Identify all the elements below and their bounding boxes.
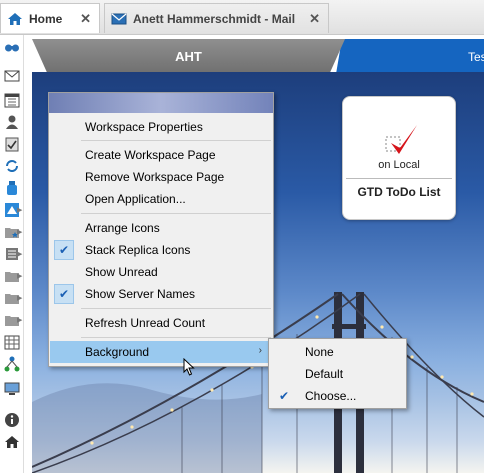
- submenu-item-label: Default: [305, 367, 344, 381]
- expand-arrow-icon[interactable]: ▶: [17, 272, 23, 280]
- workspace-context-menu: Workspace Properties Create Workspace Pa…: [48, 92, 274, 367]
- database-icon-card[interactable]: on Local GTD ToDo List: [342, 96, 456, 220]
- check-icon: ✔: [54, 284, 74, 304]
- expand-arrow-icon[interactable]: ▶: [17, 228, 23, 236]
- menu-separator: [81, 213, 271, 214]
- expand-arrow-icon[interactable]: ▶: [17, 206, 23, 214]
- window-tab-bar: Home ✕ Anett Hammerschmidt - Mail ✕: [0, 0, 484, 35]
- todo-icon[interactable]: [4, 136, 20, 152]
- menu-item-label: Create Workspace Page: [85, 148, 216, 162]
- menu-item-label: Stack Replica Icons: [85, 243, 191, 257]
- mail-icon[interactable]: [4, 68, 20, 84]
- mouse-cursor-icon: [183, 358, 195, 376]
- screen-icon[interactable]: [4, 380, 20, 396]
- tab-mail[interactable]: Anett Hammerschmidt - Mail ✕: [104, 3, 329, 33]
- submenu-item-label: None: [305, 345, 334, 359]
- calendar-icon[interactable]: [4, 92, 20, 108]
- card-divider: [346, 178, 452, 179]
- workspace-tab-2[interactable]: Tes: [336, 39, 484, 74]
- tab-home[interactable]: Home ✕: [0, 3, 100, 33]
- close-icon[interactable]: ✕: [309, 11, 320, 27]
- menu-item-show-server-names[interactable]: ✔ Show Server Names: [50, 283, 272, 305]
- menu-separator: [81, 140, 271, 141]
- menu-item-label: Workspace Properties: [85, 120, 203, 134]
- submenu-item-default[interactable]: Default: [270, 363, 405, 385]
- menu-header-strip: [49, 93, 273, 113]
- menu-item-label: Background: [85, 345, 150, 359]
- submenu-item-choose[interactable]: ✔ Choose...: [270, 385, 405, 407]
- menu-item-label: Refresh Unread Count: [85, 316, 206, 330]
- menu-item-remove-workspace-page[interactable]: Remove Workspace Page: [50, 166, 272, 188]
- background-submenu: None Default ✔ Choose...: [268, 338, 407, 409]
- chevron-right-icon: ›: [258, 345, 262, 356]
- checkmark-icon: [385, 125, 417, 154]
- menu-item-label: Show Unread: [85, 265, 158, 279]
- person-icon[interactable]: [4, 114, 20, 130]
- calendar-grid-icon[interactable]: [4, 334, 20, 350]
- tab-mail-label: Anett Hammerschmidt - Mail: [133, 11, 296, 26]
- menu-item-workspace-properties[interactable]: Workspace Properties: [50, 116, 272, 138]
- menu-item-create-workspace-page[interactable]: Create Workspace Page: [50, 144, 272, 166]
- menu-separator: [81, 308, 271, 309]
- network-icon[interactable]: [4, 356, 20, 372]
- expand-arrow-icon[interactable]: ▶: [17, 294, 23, 302]
- replication-icon[interactable]: [4, 158, 20, 174]
- menu-item-label: Show Server Names: [85, 287, 196, 301]
- menu-item-label: Open Application...: [85, 192, 186, 206]
- menu-separator: [81, 337, 271, 338]
- workspace-tab-aht[interactable]: AHT: [32, 39, 345, 74]
- card-title: GTD ToDo List: [357, 185, 441, 199]
- check-icon: ✔: [54, 240, 74, 260]
- menu-item-arrange-icons[interactable]: Arrange Icons: [50, 217, 272, 239]
- bottle-icon[interactable]: [4, 180, 20, 196]
- menu-item-refresh-unread-count[interactable]: Refresh Unread Count: [50, 312, 272, 334]
- info-icon[interactable]: [4, 412, 20, 428]
- menu-item-show-unread[interactable]: Show Unread: [50, 261, 272, 283]
- workspace-tab-aht-label: AHT: [175, 49, 202, 64]
- menu-item-open-application[interactable]: Open Application...: [50, 188, 272, 210]
- submenu-item-label: Choose...: [305, 389, 357, 403]
- submenu-item-none[interactable]: None: [270, 341, 405, 363]
- card-location: on Local: [378, 159, 420, 171]
- menu-item-stack-replica-icons[interactable]: ✔ Stack Replica Icons: [50, 239, 272, 261]
- check-icon: ✔: [278, 389, 290, 403]
- mail-icon: [111, 11, 127, 27]
- menu-item-background[interactable]: Background ›: [50, 341, 272, 363]
- home-icon[interactable]: [4, 434, 20, 450]
- close-icon[interactable]: ✕: [80, 11, 91, 27]
- contacts-icon[interactable]: [4, 40, 20, 56]
- expand-arrow-icon[interactable]: ▶: [17, 250, 23, 258]
- home-icon: [7, 11, 23, 27]
- workspace-tab-2-label: Tes: [468, 49, 484, 64]
- tab-home-label: Home: [29, 11, 63, 26]
- menu-item-label: Arrange Icons: [85, 221, 160, 235]
- expand-arrow-icon[interactable]: ▶: [17, 316, 23, 324]
- menu-item-label: Remove Workspace Page: [85, 170, 225, 184]
